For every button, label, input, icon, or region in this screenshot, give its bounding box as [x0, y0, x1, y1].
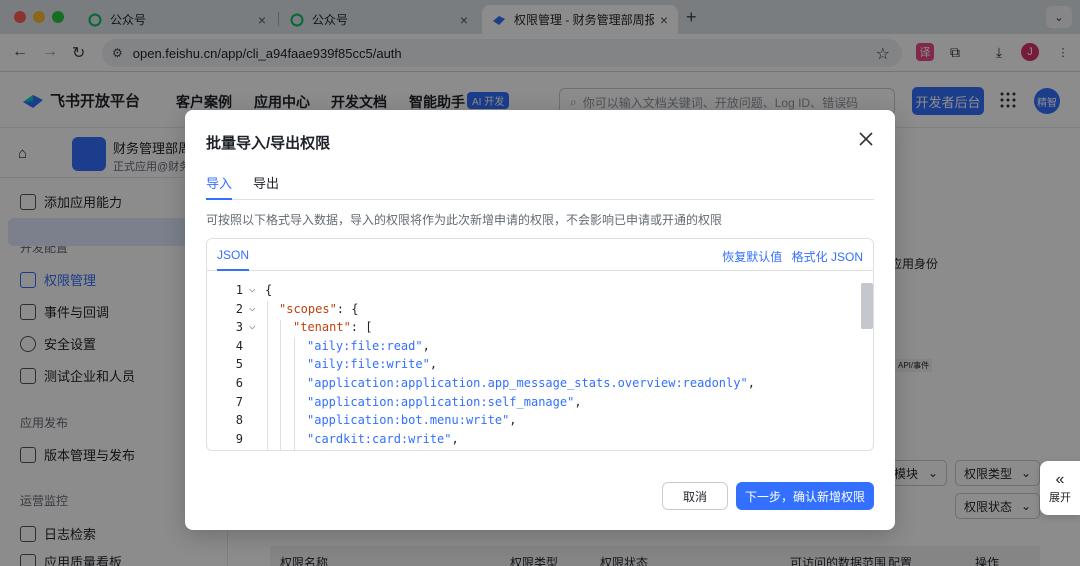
expand-panel-button[interactable]: « 展开	[1040, 461, 1080, 515]
fold-chevron-icon[interactable]: ⌵	[249, 301, 256, 314]
format-json-link[interactable]: 格式化 JSON	[792, 250, 863, 264]
code-punctuation: ,	[451, 431, 459, 446]
tab-import[interactable]: 导入	[206, 173, 232, 192]
batch-import-export-dialog: 批量导入/导出权限 导入 导出 可按照以下格式导入数据，导入的权限将作为此次新增…	[185, 110, 895, 530]
dialog-title: 批量导入/导出权限	[206, 135, 331, 152]
double-chevron-left-icon: «	[1055, 471, 1065, 488]
code-text: "aily:file:write",	[265, 357, 437, 371]
fold-chevron-icon[interactable]: ⌵	[249, 282, 256, 295]
code-punctuation: ,	[574, 394, 582, 409]
dialog-tabs: 导入 导出	[206, 170, 874, 200]
code-text: "application:application.app_message_sta…	[265, 376, 755, 390]
code-line: 4 "aily:file:read",	[207, 339, 857, 358]
json-key: "tenant"	[293, 320, 351, 335]
code-line: 3 ⌵ "tenant": [	[207, 319, 857, 339]
code-punctuation: : [	[350, 320, 373, 335]
json-string: "cardkit:card:write"	[307, 431, 452, 446]
json-string: "application:application:self_manage"	[307, 394, 575, 409]
json-editor[interactable]: JSON 恢复默认值 格式化 JSON 1 ⌵ {2 ⌵ "scopes": { 3 ⌵ "t…	[206, 238, 874, 451]
line-number: 5	[235, 357, 243, 372]
line-number: 7	[235, 394, 243, 409]
code-line: 6 "application:application.app_message_st…	[207, 376, 857, 395]
line-number: 3	[235, 320, 243, 335]
fold-chevron-icon[interactable]: ⌵	[249, 319, 256, 332]
tab-export[interactable]: 导出	[253, 173, 279, 192]
code-punctuation: ,	[429, 357, 438, 372]
line-number: 9	[235, 431, 243, 446]
code-line: 2 ⌵ "scopes": {	[207, 301, 857, 321]
code-punctuation: : {	[336, 301, 359, 316]
code-punctuation: ,	[509, 413, 517, 428]
json-string: "aily:file:read"	[307, 338, 423, 353]
editor-scrollbar[interactable]	[861, 283, 873, 329]
line-number: 8	[235, 413, 243, 428]
code-area[interactable]: 1 ⌵ {2 ⌵ "scopes": { 3 ⌵ "tenant": [ 4 "aily:file…	[207, 282, 857, 450]
json-key: "scopes"	[279, 301, 337, 316]
code-line: 5 "aily:file:write",	[207, 357, 857, 376]
code-line: 1 ⌵ {	[207, 282, 857, 302]
editor-header: JSON 恢复默认值 格式化 JSON	[207, 239, 873, 271]
import-description: 可按照以下格式导入数据，导入的权限将作为此次新增申请的权限，不会影响已申请或开通…	[206, 213, 723, 227]
expand-label: 展开	[1049, 492, 1071, 504]
editor-actions: 恢复默认值 格式化 JSON	[716, 248, 863, 265]
code-punctuation: ,	[747, 375, 755, 390]
json-string: "application:bot.menu:write"	[307, 413, 510, 428]
active-tab-indicator	[217, 269, 249, 271]
line-number: 2	[235, 301, 243, 316]
tab-json[interactable]: JSON	[217, 248, 249, 262]
json-string: "aily:file:write"	[307, 357, 430, 372]
code-text: "cardkit:card:write",	[265, 432, 459, 446]
confirm-next-button[interactable]: 下一步，确认新增权限	[736, 482, 874, 510]
close-icon[interactable]	[857, 130, 875, 148]
code-line: 9 "cardkit:card:write",	[207, 431, 857, 450]
line-number: 6	[235, 375, 243, 390]
code-line: 8 "application:bot.menu:write",	[207, 413, 857, 432]
code-text: "application:bot.menu:write",	[265, 413, 517, 427]
json-string: "application:application.app_message_sta…	[307, 375, 748, 390]
code-line: 7 "application:application:self_manage",	[207, 395, 857, 414]
cancel-button[interactable]: 取消	[662, 482, 728, 510]
line-number: 4	[235, 338, 243, 353]
code-text: "scopes": {	[265, 302, 358, 316]
code-text: {	[265, 283, 272, 297]
code-token: {	[265, 283, 273, 297]
code-punctuation: ,	[422, 338, 430, 353]
code-text: "tenant": [	[265, 320, 372, 334]
reset-default-link[interactable]: 恢复默认值	[722, 250, 782, 264]
active-tab-indicator	[206, 198, 232, 200]
line-number: 1	[235, 283, 243, 297]
code-text: "aily:file:read",	[265, 339, 430, 353]
code-text: "application:application:self_manage",	[265, 395, 582, 409]
